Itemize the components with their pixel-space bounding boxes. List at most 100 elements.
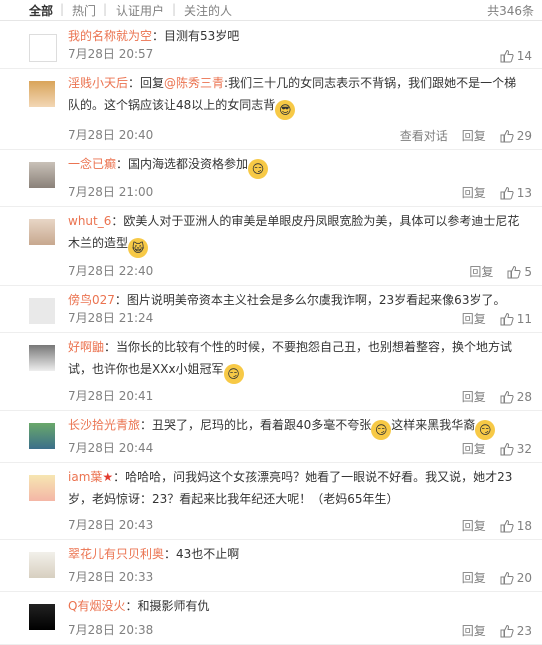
- tab-following[interactable]: 关注的人: [184, 2, 232, 19]
- comment-item: 好啊鼬：当你长的比较有个性的时候，不要抱怨自己丑，也别想着整容，换个地方试试，也…: [0, 333, 542, 411]
- comment-text: 傍鸟027：图片说明美帝资本主义社会是多么尔虞我诈啊，23岁看起来像63岁了。: [68, 289, 524, 311]
- like-button[interactable]: 11: [500, 312, 532, 326]
- avatar[interactable]: [29, 162, 55, 188]
- like-button[interactable]: 20: [500, 571, 532, 585]
- thumbs-up-icon: [507, 265, 521, 279]
- comment-body-tail: 这样来黑我华裔: [391, 418, 476, 432]
- comment-item: Q有烟没火：和摄影师有仇 7月28日 20:38 回复 23: [0, 592, 542, 645]
- reply-link[interactable]: 回复: [462, 569, 486, 586]
- like-count: 11: [516, 311, 532, 326]
- comment-date: 7月28日 22:40: [68, 264, 154, 278]
- view-conversation-link[interactable]: 查看对话: [400, 127, 448, 144]
- avatar[interactable]: [29, 552, 55, 578]
- like-count: 13: [516, 185, 532, 200]
- smirk-emoji-icon: 😏: [371, 420, 392, 440]
- comment-item: whut_6：欧美人对于亚洲人的审美是单眼皮丹凤眼宽脸为美，具体可以参考迪士尼花…: [0, 207, 542, 286]
- like-button[interactable]: 28: [500, 390, 532, 404]
- like-button[interactable]: 32: [500, 442, 532, 456]
- like-count: 14: [516, 49, 532, 63]
- username-link[interactable]: 傍鸟027: [68, 293, 115, 307]
- comment-date: 7月28日 20:57: [68, 47, 154, 61]
- comment-date: 7月28日 20:44: [68, 441, 154, 455]
- reply-link[interactable]: 回复: [462, 310, 486, 327]
- like-count: 28: [516, 389, 532, 404]
- tab-verified[interactable]: 认证用户: [116, 2, 164, 19]
- like-button[interactable]: 29: [500, 129, 532, 143]
- comment-actions: 查看对话 回复 29: [386, 127, 532, 144]
- comment-item: 傍鸟027：图片说明美帝资本主义社会是多么尔虞我诈啊，23岁看起来像63岁了。 7…: [0, 286, 542, 333]
- comment-actions: 回复 28: [448, 388, 532, 405]
- comment-date: 7月28日 20:33: [68, 570, 154, 584]
- reply-link[interactable]: 回复: [469, 263, 493, 280]
- like-button[interactable]: 5: [507, 265, 532, 279]
- avatar[interactable]: [29, 81, 55, 107]
- reply-link[interactable]: 回复: [462, 517, 486, 534]
- comment-actions: 14: [486, 49, 532, 63]
- comment-text: Q有烟没火：和摄影师有仇: [68, 595, 524, 617]
- thumbs-up-icon: [500, 571, 514, 585]
- tab-hot[interactable]: 热门: [72, 2, 96, 19]
- comment-date: 7月28日 20:40: [68, 128, 154, 142]
- comment-body: ：目测有53岁吧: [152, 29, 240, 43]
- username-link[interactable]: 淫贱小天后: [68, 76, 128, 90]
- thumbs-up-icon: [500, 519, 514, 533]
- comment-item: iam葉★：哈哈哈，问我妈这个女孩漂亮吗？她看了一眼说不好看。我又说，她才23岁…: [0, 463, 542, 540]
- sunglasses-emoji-icon: 😎: [275, 100, 296, 120]
- comment-actions: 回复 18: [448, 517, 532, 534]
- reply-link[interactable]: 回复: [462, 127, 486, 144]
- username-link[interactable]: iam葉: [68, 470, 102, 484]
- smirk-emoji-icon: 😏: [475, 420, 496, 440]
- comment-text: 长沙拾光青旅：丑哭了，尼玛的比，看着跟40多毫不夸张 😏 这样来黑我华裔 😏: [68, 414, 524, 440]
- like-count: 29: [516, 128, 532, 143]
- avatar[interactable]: [29, 423, 55, 449]
- avatar[interactable]: [29, 34, 57, 62]
- username-link[interactable]: whut_6: [68, 214, 111, 228]
- tab-separator: |: [172, 2, 177, 16]
- like-button[interactable]: 13: [500, 186, 532, 200]
- username-link[interactable]: 好啊鼬: [68, 340, 104, 354]
- username-link[interactable]: Q有烟没火: [68, 599, 125, 613]
- thumbs-up-icon: [500, 390, 514, 404]
- thumbs-up-icon: [500, 129, 514, 143]
- comment-actions: 回复 23: [448, 622, 532, 639]
- like-count: 18: [516, 518, 532, 533]
- avatar[interactable]: [29, 298, 55, 324]
- username-link[interactable]: 翠花儿有只贝利奥: [68, 547, 164, 561]
- thumbs-up-icon: [500, 624, 514, 638]
- comment-body: ：国内海选都没资格参加: [116, 157, 249, 171]
- comment-body: ：和摄影师有仇: [125, 599, 210, 613]
- thumbs-up-icon: [500, 312, 514, 326]
- avatar[interactable]: [29, 604, 55, 630]
- like-button[interactable]: 18: [500, 519, 532, 533]
- comment-reply-prefix: ：回复: [128, 76, 165, 90]
- comment-text: whut_6：欧美人对于亚洲人的审美是单眼皮丹凤眼宽脸为美，具体可以参考迪士尼花…: [68, 210, 524, 258]
- avatar[interactable]: [29, 345, 55, 371]
- comment-text: iam葉★：哈哈哈，问我妈这个女孩漂亮吗？她看了一眼说不好看。我又说，她才23岁…: [68, 466, 524, 510]
- comment-text: 我的名称就为空：目测有53岁吧: [68, 25, 524, 47]
- tab-all[interactable]: 全部: [29, 2, 53, 19]
- comment-item: 淫贱小天后：回复@陈秀三青:我们三十几的女同志表示不背锅，我们跟她不是一个梯队的…: [0, 69, 542, 150]
- comment-text: 好啊鼬：当你长的比较有个性的时候，不要抱怨自己丑，也别想着整容，换个地方试试，也…: [68, 336, 524, 384]
- vip-star-icon: ★: [102, 470, 114, 484]
- reply-link[interactable]: 回复: [462, 622, 486, 639]
- comment-date: 7月28日 20:38: [68, 623, 154, 637]
- like-button[interactable]: 14: [500, 49, 532, 63]
- thumbs-up-icon: [500, 49, 514, 63]
- comment-count: 共346条: [487, 4, 534, 18]
- username-link[interactable]: 我的名称就为空: [68, 29, 152, 43]
- comment-actions: 回复 13: [448, 184, 532, 201]
- avatar[interactable]: [29, 219, 55, 245]
- reply-link[interactable]: 回复: [462, 388, 486, 405]
- comment-item: 一念已癫：国内海选都没资格参加 😏 7月28日 21:00 回复 13: [0, 150, 542, 207]
- like-count: 23: [516, 623, 532, 638]
- smirk-emoji-icon: 😏: [223, 364, 244, 384]
- avatar[interactable]: [29, 475, 55, 501]
- reply-link[interactable]: 回复: [462, 440, 486, 457]
- mention-link[interactable]: @陈秀三青: [164, 76, 224, 90]
- username-link[interactable]: 长沙拾光青旅: [68, 418, 140, 432]
- reply-link[interactable]: 回复: [462, 184, 486, 201]
- username-link[interactable]: 一念已癫: [68, 157, 116, 171]
- comment-text: 翠花儿有只贝利奥：43也不止啊: [68, 543, 524, 565]
- like-button[interactable]: 23: [500, 624, 532, 638]
- comment-date: 7月28日 20:41: [68, 389, 154, 403]
